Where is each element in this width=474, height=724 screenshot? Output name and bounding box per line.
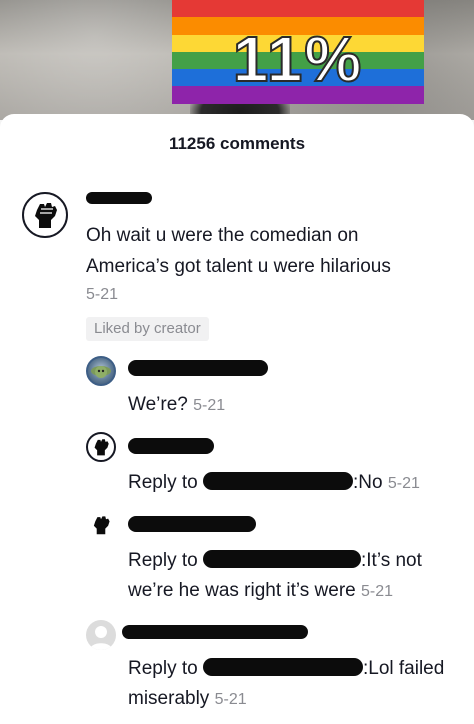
filter-top-text: FILTER bbox=[172, 0, 424, 8]
rainbow-filter-overlay: FILTER 11% bbox=[172, 0, 424, 104]
reply-message: We’re? bbox=[128, 394, 188, 415]
reply-text-line1: Reply to :Lol failed bbox=[128, 654, 444, 684]
reply-message: :No bbox=[352, 472, 383, 493]
reply-message-line1: :Lol failed bbox=[362, 658, 445, 679]
yoda-avatar-icon bbox=[91, 366, 111, 378]
redacted-mention bbox=[202, 472, 353, 490]
video-background[interactable]: FILTER 11% bbox=[0, 0, 474, 120]
reply-prefix: Reply to bbox=[128, 472, 198, 493]
comment-text-line2: America’s got talent u were hilarious bbox=[86, 256, 391, 277]
comment-date: 5-21 bbox=[86, 286, 119, 303]
redacted-mention bbox=[202, 658, 363, 676]
fist-icon bbox=[35, 203, 57, 228]
redacted-mention bbox=[202, 550, 361, 568]
reply-message-line2: we’re he was right it’s were bbox=[128, 580, 356, 601]
reply-message-line1: :It’s not bbox=[360, 550, 422, 571]
redacted-username bbox=[86, 192, 152, 204]
comment-count: 11256 comments bbox=[168, 134, 306, 153]
fist-icon bbox=[94, 439, 109, 456]
comments-sheet: 11256 comments Oh wait u were the comedi… bbox=[0, 114, 474, 724]
reply-message-line2: miserably bbox=[128, 688, 210, 709]
reply-date: 5-21 bbox=[214, 691, 247, 708]
reply-text-line2: we’re he was right it’s were 5-21 bbox=[128, 576, 393, 607]
reply-avatar-yoda[interactable] bbox=[86, 356, 116, 386]
redacted-username bbox=[128, 516, 256, 532]
commenter-avatar-fist-icon[interactable] bbox=[22, 192, 68, 238]
reply-avatar-fist-icon[interactable] bbox=[86, 432, 116, 462]
redacted-username bbox=[128, 438, 214, 454]
reply-date: 5-21 bbox=[193, 397, 226, 414]
filter-percentage: 11% bbox=[232, 22, 364, 96]
reply-avatar-fist-icon[interactable] bbox=[86, 510, 116, 540]
reply-date: 5-21 bbox=[361, 583, 394, 600]
reply-prefix: Reply to bbox=[128, 658, 198, 679]
reply-text: Reply to :No 5-21 bbox=[128, 468, 420, 499]
fist-icon bbox=[93, 516, 110, 535]
redacted-username bbox=[128, 360, 268, 376]
reply-text-line1: Reply to :It’s not bbox=[128, 546, 422, 576]
comment-text-line1: Oh wait u were the comedian on bbox=[86, 225, 359, 246]
redacted-username bbox=[122, 625, 308, 639]
reply-date: 5-21 bbox=[387, 475, 420, 492]
reply-prefix: Reply to bbox=[128, 550, 198, 571]
reply-text: We’re? 5-21 bbox=[128, 390, 225, 421]
default-user-icon bbox=[90, 626, 112, 650]
liked-by-creator-badge: Liked by creator bbox=[86, 317, 209, 341]
reply-text-line2: miserably 5-21 bbox=[128, 684, 247, 715]
reply-avatar-default-icon[interactable] bbox=[86, 620, 116, 650]
